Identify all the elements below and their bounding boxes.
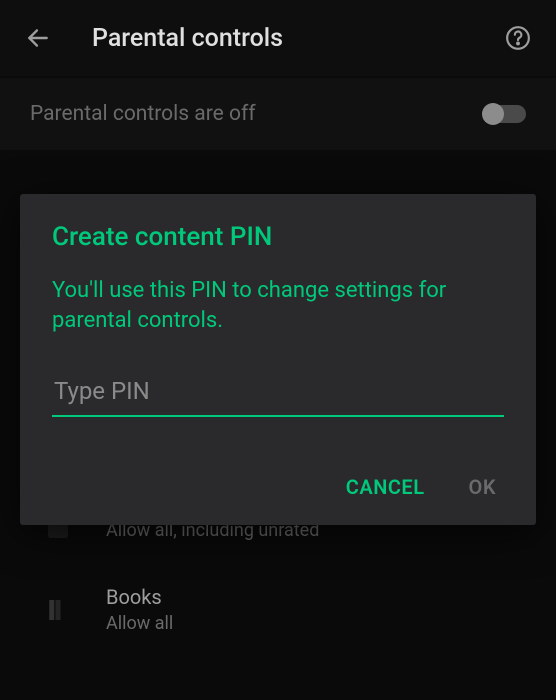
page-title: Parental controls: [92, 24, 500, 53]
parental-controls-toggle[interactable]: [484, 105, 526, 123]
list-item-title: Books: [106, 585, 173, 609]
parental-controls-status-label: Parental controls are off: [30, 102, 256, 126]
toggle-knob: [482, 103, 504, 125]
dialog-actions: CANCEL OK: [52, 469, 504, 505]
arrow-left-icon: [25, 25, 51, 51]
list-item-subtitle: Allow all: [106, 613, 173, 634]
app-bar: Parental controls: [0, 0, 556, 76]
list-item-texts: Books Allow all: [106, 585, 173, 634]
parental-controls-status-row: Parental controls are off: [0, 78, 556, 150]
books-icon: [38, 590, 78, 630]
dialog-description: You'll use this PIN to change settings f…: [52, 276, 504, 335]
pin-input[interactable]: [52, 371, 504, 417]
cancel-button[interactable]: CANCEL: [344, 469, 427, 505]
back-button[interactable]: [20, 20, 56, 56]
help-button[interactable]: [500, 20, 536, 56]
create-pin-dialog: Create content PIN You'll use this PIN t…: [20, 194, 536, 525]
help-icon: [505, 25, 531, 51]
ok-button[interactable]: OK: [467, 469, 498, 505]
dialog-title: Create content PIN: [52, 222, 504, 252]
list-item[interactable]: Books Allow all: [0, 567, 556, 653]
